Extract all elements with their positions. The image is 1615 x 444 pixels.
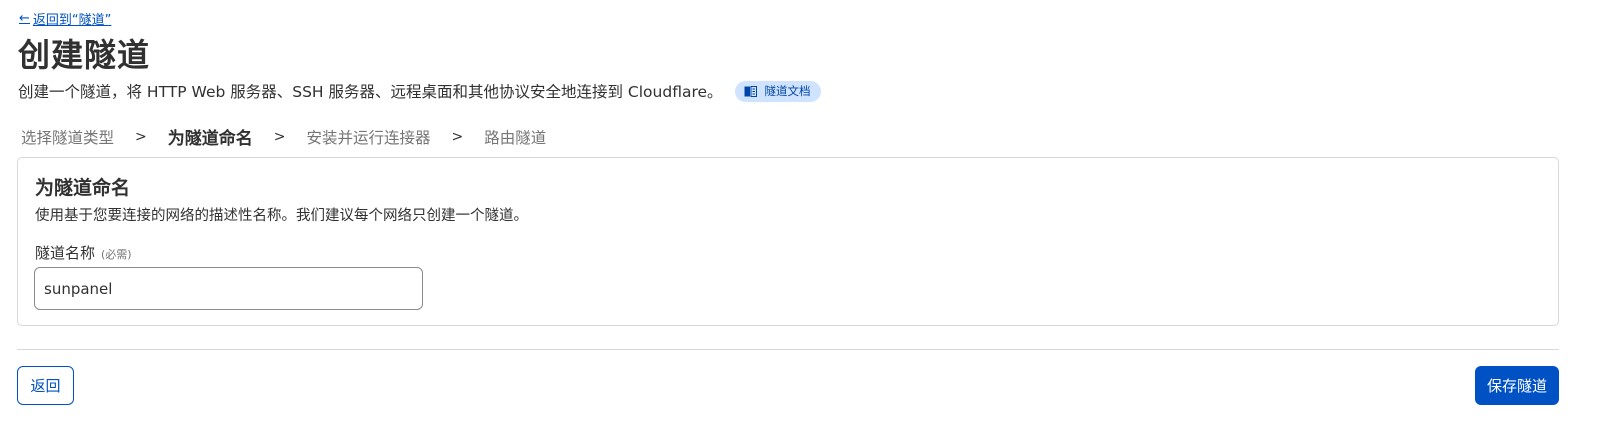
required-hint: (必需) — [101, 248, 132, 261]
save-tunnel-button[interactable]: 保存隧道 — [1475, 366, 1559, 405]
field-label-text: 隧道名称 — [35, 244, 96, 262]
tunnel-docs-link[interactable]: 隧道文档 — [734, 80, 821, 102]
step-separator: > — [451, 128, 464, 145]
step-separator: > — [135, 128, 147, 145]
step-install-connector: 安装并运行连接器 — [306, 128, 431, 147]
step-name-tunnel: 为隧道命名 — [167, 129, 253, 149]
tunnel-name-input[interactable] — [34, 267, 423, 310]
card-title: 为隧道命名 — [35, 177, 131, 199]
name-tunnel-card: 为隧道命名 使用基于您要连接的网络的描述性名称。我们建议每个网络只创建一个隧道。… — [17, 157, 1559, 326]
stepper: 选择隧道类型 > 为隧道命名 > 安装并运行连接器 > 路由隧道 — [21, 124, 547, 150]
step-separator: > — [273, 128, 286, 145]
divider — [17, 349, 1559, 350]
back-button[interactable]: 返回 — [17, 366, 74, 405]
page-title: 创建隧道 — [18, 36, 151, 74]
step-select-type: 选择隧道类型 — [21, 128, 115, 147]
subtitle-row: 创建一个隧道，将 HTTP Web 服务器、SSH 服务器、远程桌面和其他协议安… — [18, 80, 821, 102]
back-to-tunnels-link[interactable]: ← 返回到“隧道” — [19, 9, 111, 28]
arrow-left-icon: ← — [19, 11, 30, 26]
tunnel-name-label: 隧道名称 (必需) — [35, 242, 132, 263]
card-description: 使用基于您要连接的网络的描述性名称。我们建议每个网络只创建一个隧道。 — [35, 208, 528, 224]
docs-badge-label: 隧道文档 — [764, 84, 811, 98]
step-route-tunnel: 路由隧道 — [484, 128, 547, 147]
page-subtitle: 创建一个隧道，将 HTTP Web 服务器、SSH 服务器、远程桌面和其他协议安… — [18, 83, 723, 101]
back-link-label: 返回到“隧道” — [32, 13, 112, 28]
book-icon — [744, 85, 757, 97]
